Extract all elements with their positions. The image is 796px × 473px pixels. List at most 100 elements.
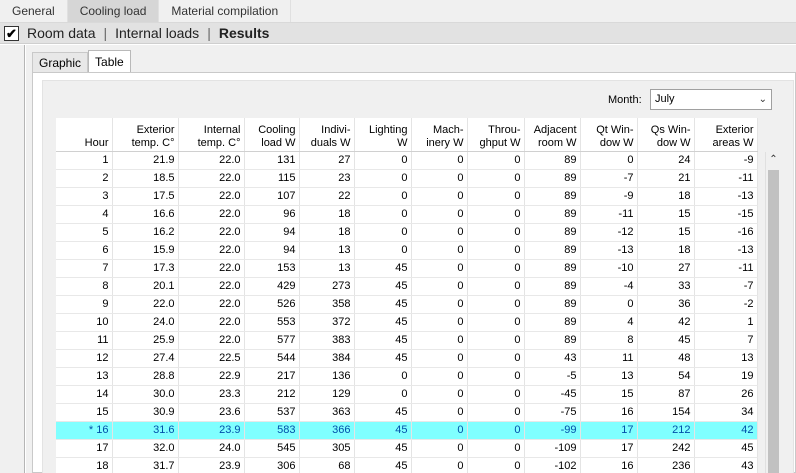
table-cell: 89 <box>524 259 581 278</box>
tab-cooling-load[interactable]: Cooling load <box>67 0 160 22</box>
table-cell: 0 <box>411 223 468 242</box>
table-row[interactable]: 3 17.5 22.0 107 22 0 0 0 89 -9 18 -13 <box>56 187 758 206</box>
column-header[interactable]: Exterior areas W <box>694 118 758 152</box>
table-row[interactable]: * 16 31.6 23.9 583 366 45 0 0 -99 17 212 42 <box>56 421 758 440</box>
column-header[interactable]: Adjacent room W <box>524 118 581 152</box>
tab-material-compilation[interactable]: Material compilation <box>159 0 292 22</box>
row-hour-cell: 15 <box>56 403 113 422</box>
left-gutter <box>0 45 25 473</box>
column-header[interactable]: Internal temp. C° <box>178 118 245 152</box>
table-cell: 45 <box>354 259 412 278</box>
table-cell: 372 <box>299 313 355 332</box>
tab-graphic[interactable]: Graphic <box>32 52 89 72</box>
nav-room-data[interactable]: Room data <box>19 25 103 41</box>
table-cell: 94 <box>244 241 300 260</box>
nav-internal-loads[interactable]: Internal loads <box>107 25 207 41</box>
table-cell: 0 <box>411 295 468 314</box>
table-cell: 13 <box>299 241 355 260</box>
table-cell: 22.0 <box>178 259 245 278</box>
table-cell: 0 <box>467 313 525 332</box>
table-row[interactable]: 8 20.1 22.0 429 273 45 0 0 89 -4 33 -7 <box>56 277 758 296</box>
column-header[interactable]: Hour <box>56 118 113 152</box>
table-row[interactable]: 11 25.9 22.0 577 383 45 0 0 89 8 45 7 <box>56 331 758 350</box>
column-header-label: Exterior <box>715 123 754 136</box>
table-cell: -5 <box>524 367 581 386</box>
table-cell: -2 <box>694 295 758 314</box>
tab-general[interactable]: General <box>0 0 68 22</box>
table-cell: 16.2 <box>112 223 179 242</box>
table-cell: 19 <box>694 367 758 386</box>
table-row[interactable]: 12 27.4 22.5 544 384 45 0 0 43 11 48 13 <box>56 349 758 368</box>
table-row[interactable]: 1 21.9 22.0 131 27 0 0 0 89 0 24 -9 <box>56 151 758 170</box>
table-cell: 30.9 <box>112 403 179 422</box>
table-cell: 0 <box>411 403 468 422</box>
column-header[interactable]: Exterior temp. C° <box>112 118 179 152</box>
vertical-scrollbar[interactable]: ⌃ <box>765 152 780 473</box>
table-cell: 0 <box>411 151 468 170</box>
table-cell: 89 <box>524 241 581 260</box>
table-cell: 21.9 <box>112 151 179 170</box>
column-header[interactable]: Qt Win-dow W <box>580 118 638 152</box>
table-cell: 0 <box>580 151 638 170</box>
column-header-label: temp. C° <box>131 136 175 149</box>
table-cell: 217 <box>244 367 300 386</box>
table-cell: 0 <box>354 367 412 386</box>
table-cell: -99 <box>524 421 581 440</box>
column-header-label: load W <box>261 136 296 149</box>
chevron-up-icon[interactable]: ⌃ <box>766 152 781 168</box>
tab-table[interactable]: Table <box>88 50 131 72</box>
column-header[interactable]: Indivi-duals W <box>299 118 355 152</box>
chevron-down-icon: ⌄ <box>758 94 767 105</box>
table-cell: 23 <box>299 169 355 188</box>
table-cell: 22.0 <box>178 313 245 332</box>
column-header[interactable]: Qs Win-dow W <box>637 118 695 152</box>
table-cell: 7 <box>694 331 758 350</box>
table-row[interactable]: 13 28.8 22.9 217 136 0 0 0 -5 13 54 19 <box>56 367 758 386</box>
table-cell: 212 <box>637 421 695 440</box>
table-cell: 18 <box>637 241 695 260</box>
column-header[interactable]: Cooling load W <box>244 118 300 152</box>
table-cell: -11 <box>694 169 758 188</box>
table-row[interactable]: 14 30.0 23.3 212 129 0 0 0 -45 15 87 26 <box>56 385 758 404</box>
table-cell: 22.0 <box>178 277 245 296</box>
table-cell: 0 <box>467 295 525 314</box>
scroll-thumb[interactable] <box>768 170 779 473</box>
column-header[interactable]: Mach-inery W <box>411 118 468 152</box>
nav-results[interactable]: Results <box>211 25 278 41</box>
table-cell: 0 <box>354 151 412 170</box>
table-cell: 20.1 <box>112 277 179 296</box>
row-hour-cell: 12 <box>56 349 113 368</box>
column-header[interactable]: Lighting W <box>354 118 412 152</box>
table-cell: 0 <box>467 277 525 296</box>
table-cell: 87 <box>637 385 695 404</box>
table-cell: -45 <box>524 385 581 404</box>
table-cell: 0 <box>354 385 412 404</box>
table-row[interactable]: 18 31.7 23.9 306 68 45 0 0 -102 16 236 43 <box>56 457 758 473</box>
table-row[interactable]: 9 22.0 22.0 526 358 45 0 0 89 0 36 -2 <box>56 295 758 314</box>
table-cell: 16 <box>580 457 638 473</box>
month-select[interactable]: July ⌄ <box>650 89 772 110</box>
table-row[interactable]: 7 17.3 22.0 153 13 45 0 0 89 -10 27 -11 <box>56 259 758 278</box>
row-hour-cell: 3 <box>56 187 113 206</box>
table-cell: 22 <box>299 187 355 206</box>
column-header-label: Mach- <box>432 123 464 136</box>
table-cell: 24 <box>637 151 695 170</box>
table-cell: 22.0 <box>178 223 245 242</box>
column-header[interactable]: Throu-ghput W <box>467 118 525 152</box>
check-icon[interactable]: ✔ <box>4 25 19 41</box>
table-cell: 22.0 <box>178 205 245 224</box>
table-row[interactable]: 5 16.2 22.0 94 18 0 0 0 89 -12 15 -16 <box>56 223 758 242</box>
row-hour-cell: 13 <box>56 367 113 386</box>
table-row[interactable]: 6 15.9 22.0 94 13 0 0 0 89 -13 18 -13 <box>56 241 758 260</box>
table-cell: 0 <box>467 259 525 278</box>
table-row[interactable]: 17 32.0 24.0 545 305 45 0 0 -109 17 242 45 <box>56 439 758 458</box>
table-row[interactable]: 15 30.9 23.6 537 363 45 0 0 -75 16 154 34 <box>56 403 758 422</box>
table-row[interactable]: 10 24.0 22.0 553 372 45 0 0 89 4 42 1 <box>56 313 758 332</box>
table-cell: 0 <box>467 169 525 188</box>
table-row[interactable]: 2 18.5 22.0 115 23 0 0 0 89 -7 21 -11 <box>56 169 758 188</box>
table-cell: -13 <box>694 187 758 206</box>
table-cell: 27 <box>637 259 695 278</box>
table-row[interactable]: 4 16.6 22.0 96 18 0 0 0 89 -11 15 -15 <box>56 205 758 224</box>
table-cell: 13 <box>580 367 638 386</box>
table-cell: 0 <box>411 439 468 458</box>
